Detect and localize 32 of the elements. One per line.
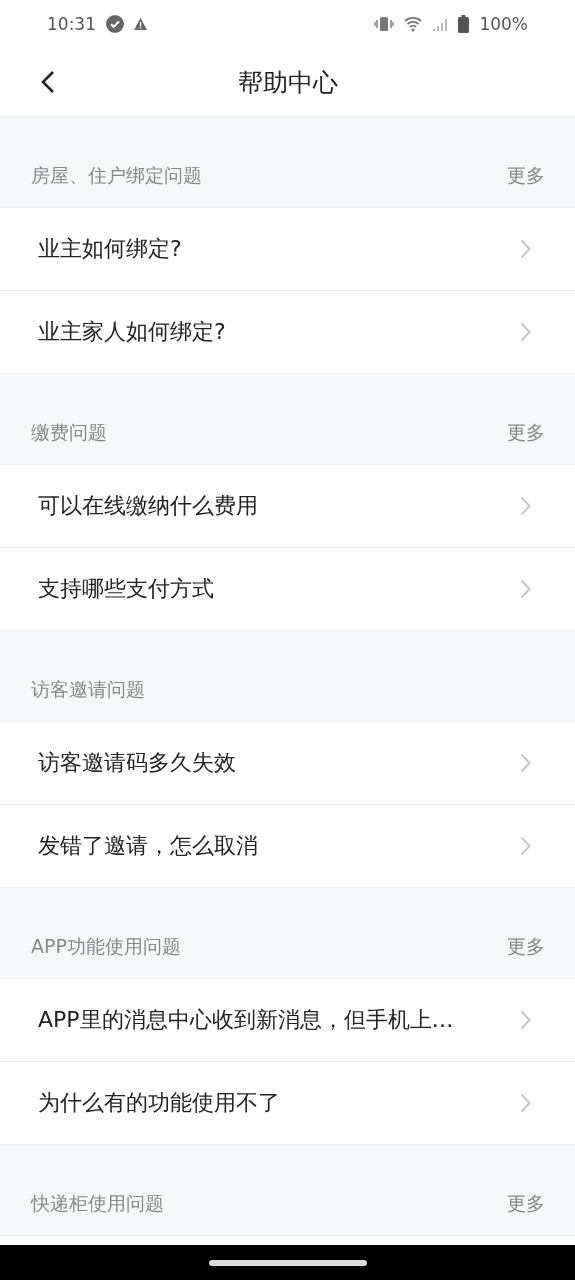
home-handle[interactable] bbox=[208, 1259, 367, 1266]
faq-item[interactable]: APP里的消息中心收到新消息，但手机上… bbox=[0, 979, 575, 1062]
faq-item[interactable]: 为什么有的功能使用不了 bbox=[0, 1062, 575, 1145]
faq-item[interactable]: 可以在线缴纳什么费用 bbox=[0, 465, 575, 548]
signal-icon bbox=[432, 16, 449, 32]
chevron-right-icon bbox=[520, 1010, 531, 1030]
back-icon bbox=[41, 70, 55, 94]
status-time: 10:31 bbox=[47, 14, 96, 34]
faq-item[interactable]: 业主家人如何绑定? bbox=[0, 291, 575, 374]
chevron-right-icon bbox=[520, 239, 531, 259]
faq-item[interactable]: 业主如何绑定? bbox=[0, 208, 575, 291]
battery-icon bbox=[458, 15, 470, 33]
section-title: 访客邀请问题 bbox=[31, 677, 145, 702]
warning-icon bbox=[134, 18, 147, 30]
section-title: APP功能使用问题 bbox=[31, 934, 181, 959]
section-title: 缴费问题 bbox=[31, 420, 107, 445]
section-title: 房屋、住户绑定问题 bbox=[31, 163, 202, 188]
section-title: 快递柜使用问题 bbox=[31, 1191, 164, 1216]
battery-percent: 100% bbox=[479, 14, 528, 34]
chevron-right-icon bbox=[520, 322, 531, 342]
faq-item[interactable]: 访客邀请码多久失效 bbox=[0, 722, 575, 805]
chevron-right-icon bbox=[520, 1093, 531, 1113]
chevron-right-icon bbox=[520, 496, 531, 516]
faq-item[interactable]: 支持哪些支付方式 bbox=[0, 548, 575, 631]
chevron-right-icon bbox=[520, 579, 531, 599]
vibrate-icon bbox=[374, 16, 395, 32]
check-circle-icon bbox=[106, 15, 124, 33]
chevron-right-icon bbox=[520, 836, 531, 856]
faq-item[interactable]: 发错了邀请，怎么取消 bbox=[0, 805, 575, 888]
chevron-right-icon bbox=[520, 753, 531, 773]
page-title: 帮助中心 bbox=[237, 66, 338, 99]
wifi-icon bbox=[404, 16, 423, 32]
